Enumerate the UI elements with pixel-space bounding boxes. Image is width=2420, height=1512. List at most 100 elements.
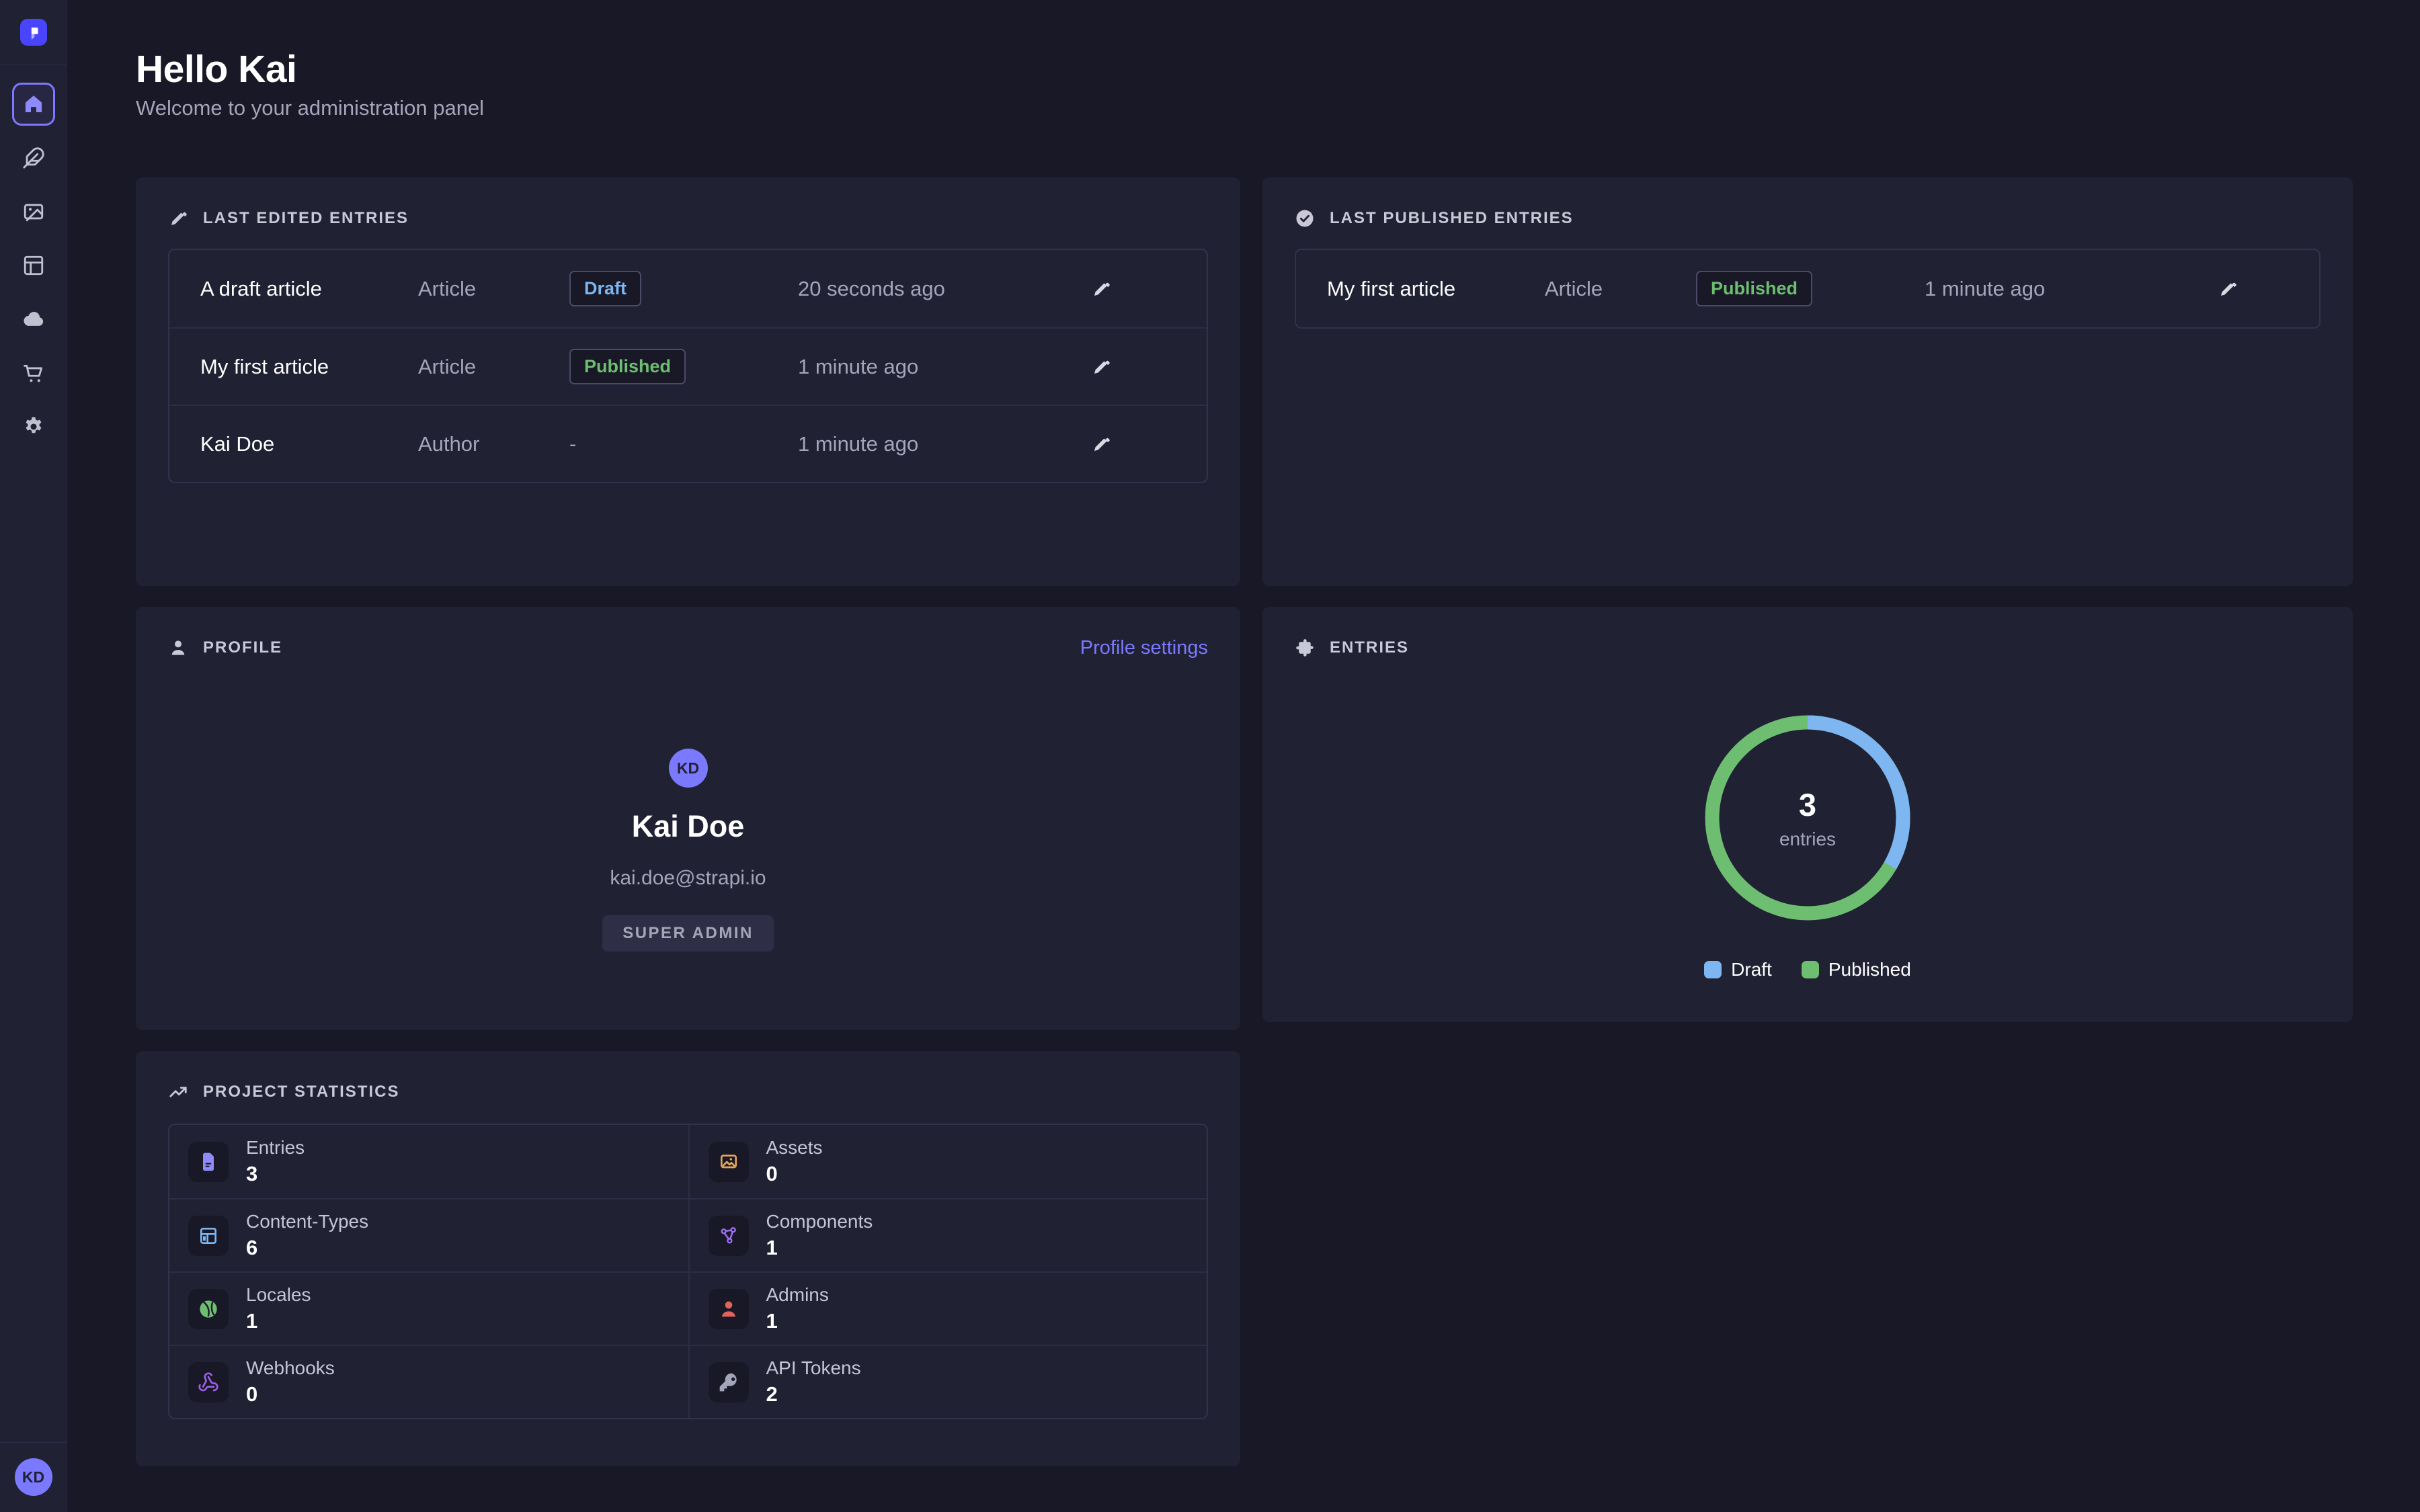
entry-name: My first article — [200, 355, 418, 379]
cloud-icon — [22, 308, 45, 331]
sidebar-item-home[interactable] — [12, 83, 55, 126]
stat-value: 3 — [246, 1162, 305, 1186]
published-swatch-icon — [1802, 961, 1819, 978]
profile-settings-link[interactable]: Profile settings — [1080, 637, 1208, 659]
home-icon — [22, 93, 45, 116]
stat-api-tokens: API Tokens 2 — [688, 1345, 1207, 1418]
card-title: LAST PUBLISHED ENTRIES — [1330, 209, 1574, 228]
entry-type: Article — [418, 277, 569, 301]
webhook-icon — [198, 1372, 219, 1393]
draft-swatch-icon — [1704, 961, 1722, 978]
pencil-icon — [1091, 279, 1111, 299]
entries-chart-card: ENTRIES 3 entries — [1262, 607, 2353, 1022]
file-icon — [198, 1151, 219, 1173]
stat-value: 0 — [766, 1162, 823, 1186]
stat-label: Assets — [766, 1138, 823, 1158]
key-icon — [718, 1372, 739, 1393]
sidebar-item-content-manager[interactable] — [12, 136, 55, 179]
chart-legend: Draft Published — [1704, 959, 1911, 980]
status-badge: Published — [569, 349, 686, 384]
pencil-icon — [1091, 434, 1111, 454]
edit-entry-button[interactable] — [1086, 274, 1116, 304]
sidebar-bottom: KD — [0, 1442, 67, 1512]
check-circle-icon — [1295, 208, 1315, 228]
stat-value: 1 — [766, 1236, 873, 1260]
sidebar-item-content-type-builder[interactable] — [12, 244, 55, 287]
last-published-entries-card: LAST PUBLISHED ENTRIES My first article … — [1262, 177, 2353, 586]
stat-admins: Admins 1 — [688, 1271, 1207, 1345]
admin-person-icon — [718, 1298, 739, 1320]
stat-label: Admins — [766, 1285, 829, 1305]
entry-type: Article — [418, 355, 569, 379]
sidebar-item-deploy[interactable] — [12, 298, 55, 341]
edit-entry-button[interactable] — [1086, 352, 1116, 382]
stat-value: 0 — [246, 1382, 335, 1406]
sidebar-item-settings[interactable] — [12, 405, 55, 448]
sidebar: KD — [0, 0, 67, 1512]
table-row[interactable]: Kai Doe Author - 1 minute ago — [169, 405, 1207, 482]
entries-body: 3 entries Draft Published — [1295, 659, 2321, 980]
entry-time: 1 minute ago — [1925, 277, 2213, 301]
stat-value: 1 — [246, 1309, 311, 1333]
entry-name: Kai Doe — [200, 432, 418, 456]
strapi-logo[interactable] — [20, 19, 47, 46]
sidebar-nav — [12, 83, 55, 448]
main-content: Hello Kai Welcome to your administration… — [67, 0, 2420, 1466]
entry-time: 20 seconds ago — [798, 277, 1086, 301]
stat-components: Components 1 — [688, 1198, 1207, 1271]
edit-entry-button[interactable] — [2213, 274, 2243, 304]
table-row[interactable]: My first article Article Published 1 min… — [1296, 250, 2319, 327]
images-icon — [718, 1151, 739, 1173]
entries-donut-chart: 3 entries — [1700, 710, 1915, 925]
status-badge: Draft — [569, 271, 641, 306]
last-edited-table: A draft article Article Draft 20 seconds… — [168, 249, 1208, 483]
entry-type: Author — [418, 432, 569, 456]
stat-label: Content-Types — [246, 1212, 368, 1232]
page-subtitle: Welcome to your administration panel — [136, 96, 2353, 120]
puzzle-icon — [1295, 638, 1315, 658]
donut-center-label: 3 entries — [1700, 710, 1915, 925]
last-edited-header: LAST EDITED ENTRIES — [168, 207, 1208, 230]
status-badge: Published — [1696, 271, 1812, 306]
entry-name: A draft article — [200, 277, 418, 301]
stat-locales: Locales 1 — [169, 1271, 688, 1345]
pencil-icon — [168, 208, 188, 228]
entry-time: 1 minute ago — [798, 432, 1086, 456]
stat-assets: Assets 0 — [688, 1125, 1207, 1198]
profile-header: PROFILE — [168, 636, 282, 659]
layout-icon — [22, 254, 45, 277]
card-title: ENTRIES — [1330, 638, 1409, 657]
card-title: PROJECT STATISTICS — [203, 1083, 399, 1101]
entry-type: Article — [1545, 277, 1696, 301]
project-statistics-card: PROJECT STATISTICS Entries 3 — [136, 1051, 1240, 1466]
pencil-icon — [2218, 279, 2238, 299]
table-row[interactable]: A draft article Article Draft 20 seconds… — [169, 250, 1207, 327]
profile-name: Kai Doe — [632, 809, 745, 844]
molecule-icon — [718, 1225, 739, 1247]
entries-header: ENTRIES — [1295, 636, 2321, 659]
card-title: LAST EDITED ENTRIES — [203, 209, 409, 228]
stat-value: 1 — [766, 1309, 829, 1333]
stat-value: 6 — [246, 1236, 368, 1260]
profile-email: kai.doe@strapi.io — [610, 867, 766, 890]
stat-label: Entries — [246, 1138, 305, 1158]
sidebar-item-media-library[interactable] — [12, 190, 55, 233]
user-avatar[interactable]: KD — [15, 1458, 52, 1496]
role-badge: SUPER ADMIN — [602, 915, 774, 952]
stat-content-types: Content-Types 6 — [169, 1198, 688, 1271]
edit-entry-button[interactable] — [1086, 429, 1116, 459]
layout-icon — [198, 1225, 219, 1247]
status-empty: - — [569, 432, 798, 456]
stat-label: Components — [766, 1212, 873, 1232]
pencil-icon — [1091, 357, 1111, 377]
stat-webhooks: Webhooks 0 — [169, 1345, 688, 1418]
entry-name: My first article — [1327, 277, 1545, 301]
stat-label: Webhooks — [246, 1358, 335, 1378]
sidebar-item-marketplace[interactable] — [12, 351, 55, 394]
entry-time: 1 minute ago — [798, 355, 1086, 379]
table-row[interactable]: My first article Article Published 1 min… — [169, 327, 1207, 405]
legend-item-published: Published — [1802, 959, 1911, 980]
gear-icon — [22, 415, 45, 438]
profile-avatar: KD — [669, 749, 708, 788]
last-published-header: LAST PUBLISHED ENTRIES — [1295, 207, 2321, 230]
